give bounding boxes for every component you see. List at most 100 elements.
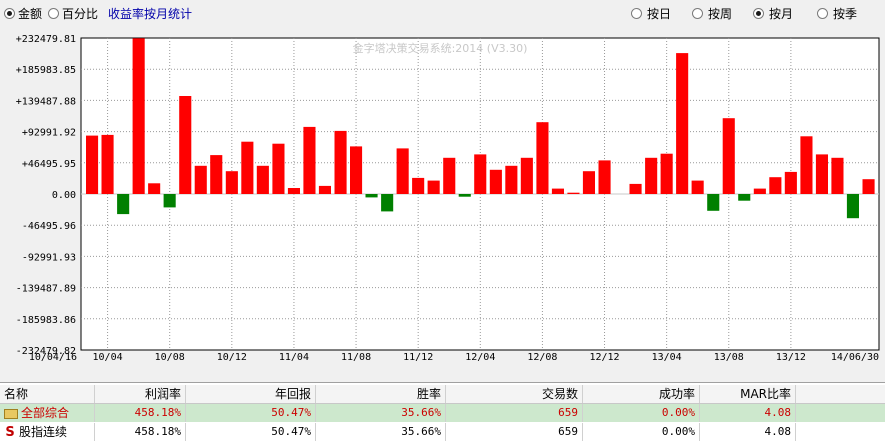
y-axis-labels: +232479.81 +185983.85 +139487.88 +92991.92 +… bbox=[16, 34, 76, 357]
y-tick-label: -46495.96 bbox=[22, 221, 76, 232]
y-tick-label: +232479.81 bbox=[16, 34, 76, 45]
bar bbox=[132, 38, 145, 194]
bar bbox=[474, 154, 487, 194]
y-tick-label: -185983.86 bbox=[16, 315, 76, 326]
cell-trade-count: 659 bbox=[446, 423, 583, 441]
bar bbox=[629, 183, 642, 194]
header-profit-rate[interactable]: 利润率 bbox=[95, 385, 186, 403]
bar bbox=[443, 157, 456, 194]
bar bbox=[334, 130, 347, 194]
cell-win-rate: 35.66% bbox=[316, 404, 446, 422]
cell-filler bbox=[796, 404, 885, 422]
x-axis-labels: 10/04/16 10/04 10/08 10/12 11/04 11/08 11/12 12… bbox=[29, 352, 879, 363]
header-name[interactable]: 名称 bbox=[0, 385, 95, 403]
y-tick-label: +185983.85 bbox=[16, 65, 76, 76]
radio-week-label: 按周 bbox=[708, 6, 733, 21]
header-success-rate[interactable]: 成功率 bbox=[583, 385, 700, 403]
bar bbox=[179, 96, 192, 194]
radio-day-label: 按日 bbox=[647, 6, 672, 21]
x-tick-label: 11/04 bbox=[279, 352, 309, 363]
chart-title: 收益率按月统计 bbox=[108, 7, 193, 21]
row-name: 股指连续 bbox=[19, 425, 68, 439]
bar bbox=[707, 194, 720, 211]
cell-success-rate: 0.00% bbox=[583, 423, 700, 441]
table-row[interactable]: S 股指连续 458.18% 50.47% 35.66% 659 0.00% 4.… bbox=[0, 423, 885, 441]
y-tick-label: +46495.95 bbox=[22, 159, 76, 170]
cell-success-rate: 0.00% bbox=[583, 404, 700, 422]
row-name-cell: S 股指连续 bbox=[0, 423, 95, 441]
x-tick-label: 10/04 bbox=[93, 352, 123, 363]
header-mar-ratio[interactable]: MAR比率 bbox=[700, 385, 796, 403]
toolbar: 金额 百分比 收益率按月统计 按日 按周 按月 按季 bbox=[0, 0, 885, 26]
bar bbox=[489, 169, 502, 194]
x-tick-label: 11/12 bbox=[403, 352, 433, 363]
bar bbox=[241, 141, 254, 194]
header-win-rate[interactable]: 胜率 bbox=[316, 385, 446, 403]
radio-quarter[interactable]: 按季 bbox=[817, 5, 857, 21]
header-trade-count[interactable]: 交易数 bbox=[446, 385, 583, 403]
radio-amount[interactable]: 金额 bbox=[4, 5, 42, 21]
folder-icon bbox=[4, 408, 18, 419]
bar bbox=[148, 183, 161, 194]
x-tick-label: 12/04 bbox=[465, 352, 495, 363]
x-tick-label: 10/08 bbox=[155, 352, 185, 363]
radio-day[interactable]: 按日 bbox=[631, 5, 671, 21]
bar bbox=[225, 171, 238, 194]
bar bbox=[846, 194, 859, 219]
x-tick-label: 13/08 bbox=[714, 352, 744, 363]
bar bbox=[350, 146, 363, 194]
bar bbox=[862, 179, 875, 194]
header-annual-return[interactable]: 年回报 bbox=[186, 385, 316, 403]
radio-quarter-indicator[interactable] bbox=[817, 7, 828, 19]
radio-month-label: 按月 bbox=[769, 6, 794, 21]
y-tick-label: +139487.88 bbox=[16, 96, 76, 107]
bar bbox=[722, 118, 735, 194]
bar bbox=[505, 165, 518, 194]
bar bbox=[412, 177, 425, 194]
radio-month[interactable]: 按月 bbox=[753, 5, 793, 21]
bar bbox=[551, 188, 564, 194]
row-name: 全部综合 bbox=[21, 406, 70, 420]
x-tick-label: 13/04 bbox=[652, 352, 682, 363]
x-tick-label: 10/04/16 bbox=[29, 352, 77, 363]
x-tick-label: 13/12 bbox=[776, 352, 806, 363]
radio-month-indicator[interactable] bbox=[753, 7, 764, 19]
bar bbox=[567, 192, 580, 194]
radio-percent-indicator[interactable] bbox=[48, 7, 59, 19]
table-header: 名称 利润率 年回报 胜率 交易数 成功率 MAR比率 bbox=[0, 385, 885, 404]
bar bbox=[101, 134, 114, 194]
monthly-return-chart: 金字塔决策交易系统:2014 (V3.30) +232479.81 +185983… bbox=[16, 34, 880, 363]
bar bbox=[303, 126, 316, 194]
radio-amount-indicator[interactable] bbox=[4, 7, 15, 19]
radio-amount-label: 金额 bbox=[18, 6, 43, 21]
bar bbox=[769, 177, 782, 194]
y-tick-label: -92991.93 bbox=[22, 252, 76, 263]
bar bbox=[318, 185, 331, 194]
cell-annual-return: 50.47% bbox=[186, 404, 316, 422]
radio-percent[interactable]: 百分比 bbox=[48, 5, 98, 21]
bar bbox=[582, 171, 595, 194]
header-filler bbox=[796, 385, 885, 403]
radio-week-indicator[interactable] bbox=[692, 7, 703, 19]
bar bbox=[520, 157, 533, 194]
bar bbox=[753, 188, 766, 194]
bar bbox=[676, 53, 689, 194]
cell-filler bbox=[796, 423, 885, 441]
radio-week[interactable]: 按周 bbox=[692, 5, 732, 21]
x-tick-label: 14/06/30 bbox=[831, 352, 879, 363]
bar bbox=[458, 194, 471, 197]
bar bbox=[598, 160, 611, 194]
bar bbox=[163, 194, 176, 208]
bar bbox=[691, 180, 704, 194]
bar bbox=[365, 194, 378, 198]
bar bbox=[396, 148, 409, 194]
bar bbox=[800, 136, 813, 194]
table-row[interactable]: 全部综合 458.18% 50.47% 35.66% 659 0.00% 4.0… bbox=[0, 404, 885, 422]
cell-trade-count: 659 bbox=[446, 404, 583, 422]
radio-day-indicator[interactable] bbox=[631, 7, 642, 19]
radio-percent-label: 百分比 bbox=[62, 6, 99, 21]
bar bbox=[272, 143, 285, 194]
x-tick-label: 10/12 bbox=[217, 352, 247, 363]
x-tick-label: 12/12 bbox=[589, 352, 619, 363]
bar bbox=[815, 154, 828, 194]
